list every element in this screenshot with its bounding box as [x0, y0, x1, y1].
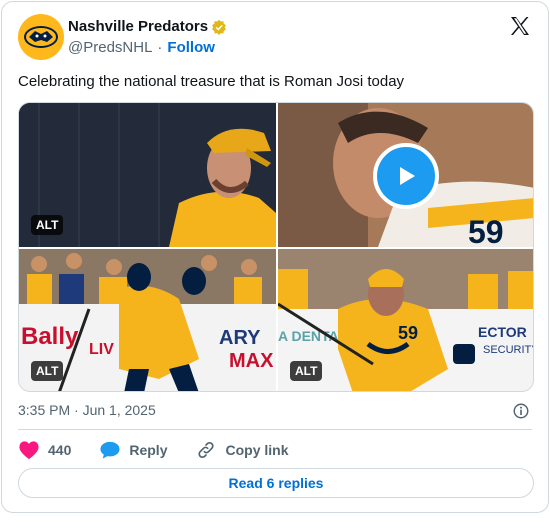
account-name[interactable]: Nashville Predators [68, 18, 208, 35]
divider [18, 429, 532, 430]
heart-icon [19, 441, 39, 460]
x-logo-icon[interactable] [508, 14, 532, 38]
reply-bubble-icon [100, 441, 120, 459]
action-bar: 440 Reply Copy link [18, 440, 317, 460]
like-button[interactable]: 440 [18, 440, 71, 460]
svg-text:59: 59 [468, 214, 504, 247]
media-video[interactable]: 59 [278, 103, 533, 247]
info-icon[interactable] [512, 402, 530, 420]
tweet-timestamp[interactable]: 3:35 PM · Jun 1, 2025 [18, 402, 156, 418]
svg-text:ARY: ARY [219, 327, 261, 349]
reply-button[interactable]: Reply [99, 440, 167, 460]
media-photo-3[interactable]: Bally LIV ARY MAX ALT [19, 249, 276, 391]
play-icon[interactable] [373, 143, 439, 209]
alt-badge[interactable]: ALT [290, 361, 323, 381]
svg-text:ECTOR: ECTOR [478, 324, 527, 340]
follow-button[interactable]: Follow [167, 39, 215, 56]
like-count: 440 [48, 442, 72, 458]
svg-text:Bally: Bally [21, 323, 79, 350]
alt-badge[interactable]: ALT [31, 215, 64, 235]
link-icon [198, 441, 215, 459]
svg-text:LIV: LIV [89, 341, 114, 358]
predators-logo-icon[interactable] [18, 14, 64, 60]
alt-badge[interactable]: ALT [31, 361, 64, 381]
copy-link-button[interactable]: Copy link [195, 440, 289, 460]
verified-badge-icon [212, 19, 226, 35]
tweet-text: Celebrating the national treasure that i… [18, 73, 405, 90]
tweet-card: Nashville Predators @PredsNHL · Follow C… [1, 1, 549, 513]
separator-dot: · [157, 39, 163, 56]
media-photo-1[interactable]: ALT [19, 103, 276, 247]
account-handle[interactable]: @PredsNHL [68, 39, 152, 56]
svg-text:59: 59 [398, 323, 418, 343]
media-grid: ALT 59 Bally LIV ARY MAX ALT A DENTAL EC… [18, 102, 534, 392]
media-photo-4[interactable]: A DENTAL ECTOR SECURITY 59 ALT [278, 249, 534, 391]
copy-link-label: Copy link [225, 442, 289, 458]
svg-text:MAX: MAX [229, 350, 274, 372]
svg-text:SECURITY: SECURITY [483, 344, 534, 356]
reply-label: Reply [129, 442, 168, 458]
read-replies-button[interactable]: Read 6 replies [18, 468, 534, 498]
